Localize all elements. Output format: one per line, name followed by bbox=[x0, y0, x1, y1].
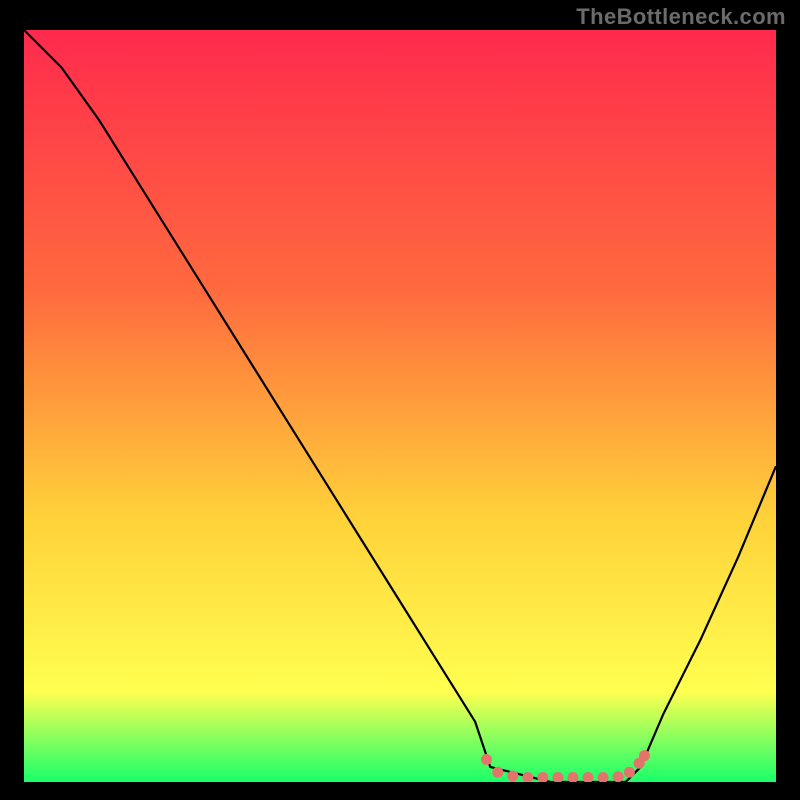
marker-dot bbox=[481, 754, 492, 765]
chart-container: TheBottleneck.com bbox=[0, 0, 800, 800]
gradient-background bbox=[24, 30, 776, 782]
plot-area bbox=[24, 30, 776, 782]
chart-svg bbox=[24, 30, 776, 782]
watermark-text: TheBottleneck.com bbox=[576, 4, 786, 30]
marker-dot bbox=[507, 770, 518, 781]
marker-dot bbox=[492, 767, 503, 778]
marker-dot bbox=[613, 771, 624, 782]
marker-dot bbox=[624, 767, 635, 778]
marker-dot bbox=[639, 750, 650, 761]
